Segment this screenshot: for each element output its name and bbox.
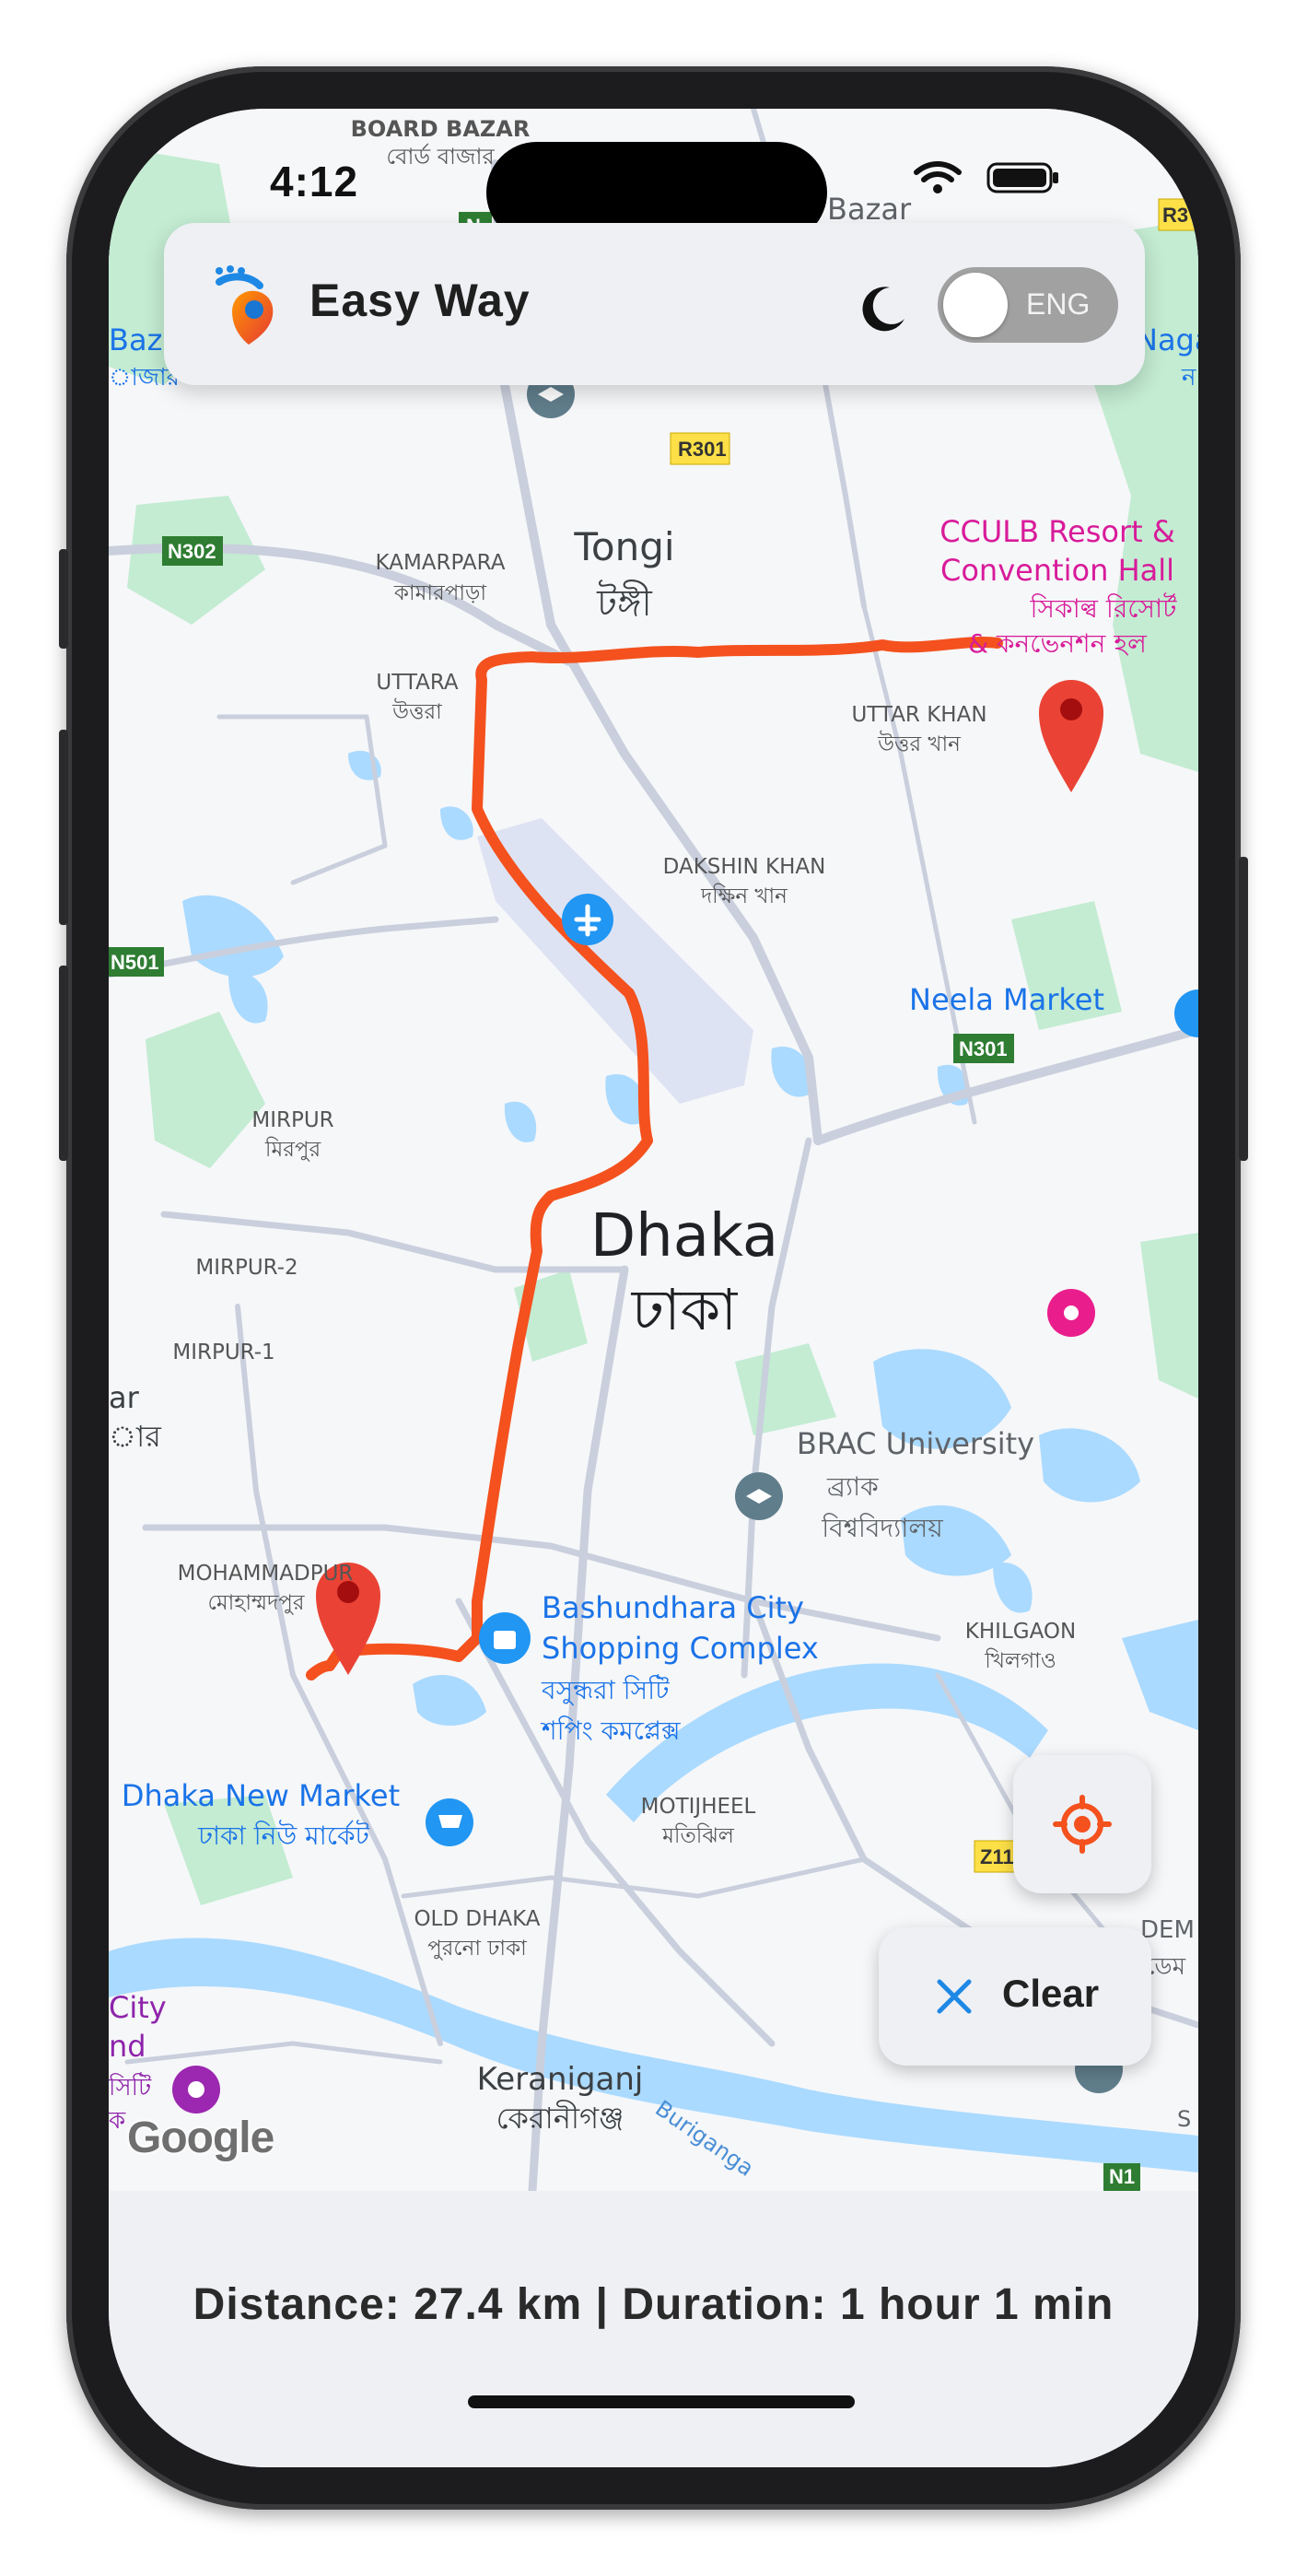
poi-label-cculb: & কনভেনশন হল: [968, 628, 1148, 659]
road-badge: N301: [959, 1037, 1008, 1060]
edge-label: সিটি: [109, 2072, 152, 2102]
edge-label: nd: [109, 2029, 146, 2064]
road-badge: Z11: [980, 1845, 1014, 1868]
place-label-uttar-khan: UTTAR KHAN: [851, 703, 986, 727]
place-label-dakshin-khan-bn: দক্ষিন খান: [700, 884, 788, 908]
edge-label: Naga: [1136, 322, 1198, 357]
road-badge: N1: [1109, 2165, 1135, 2188]
place-label-uttara: UTTARA: [376, 671, 459, 695]
place-label-mirpur-1: MIRPUR-1: [172, 1341, 274, 1364]
place-label-old-dhaka: OLD DHAKA: [414, 1907, 540, 1931]
home-indicator[interactable]: [468, 2395, 855, 2408]
poi-label-neela-market: Neela Market: [909, 982, 1104, 1017]
poi-label-bashundhara: শপিং কমপ্লেক্স: [540, 1715, 681, 1746]
place-label-motijheel-bn: মতিঝিল: [661, 1823, 735, 1848]
app-screen: R301 N302 N501 N301 Z11 N1 R3 N BOARD BA…: [109, 109, 1198, 2467]
google-logo: Google: [127, 2113, 274, 2162]
poi-label-dhaka-new-market: Dhaka New Market: [122, 1778, 400, 1813]
app-header: Easy Way ENG: [164, 223, 1145, 385]
edge-label: ার: [109, 1419, 162, 1454]
place-label-kamarpara-bn: কামারপাড়া: [393, 581, 487, 605]
app-logo-icon: [216, 265, 274, 345]
place-label-old-dhaka-bn: পুরনো ঢাকা: [427, 1937, 527, 1961]
edge-label: City: [109, 1990, 167, 2025]
road-badge: R301: [678, 438, 727, 461]
edge-label: S: [1177, 2106, 1191, 2132]
language-toggle[interactable]: ENG: [938, 267, 1118, 343]
place-label-board-bazar-bn: বোর্ড বাজার: [386, 143, 495, 170]
battery-icon: [986, 162, 1058, 193]
poi-label-brac: BRAC University: [797, 1426, 1034, 1461]
poi-label-bashundhara: Shopping Complex: [542, 1631, 819, 1666]
place-label-dhaka: Dhaka: [590, 1202, 778, 1270]
place-label-khilgaon-bn: খিলগাও: [984, 1648, 1056, 1673]
clear-route-button[interactable]: Clear: [879, 1927, 1151, 2066]
place-label-uttar-khan-bn: উত্তর খান: [877, 731, 962, 756]
clear-label: Clear: [1002, 1972, 1100, 2015]
place-label-tongi: Tongi: [573, 524, 674, 569]
edge-label: Bazar: [827, 192, 912, 227]
moon-icon[interactable]: [855, 282, 908, 335]
poi-label-cculb: CCULB Resort &: [939, 514, 1175, 549]
poi-label-dhaka-new-market: ঢাকা নিউ মার্কেট: [197, 1820, 370, 1851]
wifi-icon: [914, 161, 962, 193]
close-icon: [937, 1979, 972, 2014]
place-label-tongi-bn: টঙ্গী: [596, 580, 652, 625]
place-label-mohammadpur: MOHAMMADPUR: [178, 1562, 354, 1586]
place-label-khilgaon: KHILGAON: [965, 1620, 1076, 1644]
road-badge: R3: [1162, 204, 1188, 227]
poi-label-bashundhara: বসুন্ধরা সিটি: [541, 1674, 670, 1705]
edge-label: DEM: [1140, 1916, 1195, 1944]
place-label-dhaka-bn: ঢাকা: [631, 1276, 738, 1343]
status-icons: [913, 159, 1060, 196]
route-info-panel: Distance: 27.4 km | Duration: 1 hour 1 m…: [109, 2191, 1198, 2467]
my-location-button[interactable]: [1013, 1755, 1151, 1893]
crosshair-icon: [1053, 1795, 1112, 1854]
place-label-motijheel: MOTIJHEEL: [641, 1795, 756, 1819]
place-label-board-bazar: BOARD BAZAR: [351, 116, 531, 142]
side-button: [59, 730, 68, 925]
side-button: [59, 966, 68, 1161]
route-summary: Distance: 27.4 km | Duration: 1 hour 1 m…: [193, 2280, 1114, 2329]
poi-label-cculb: Convention Hall: [940, 553, 1174, 588]
poi-label-brac: ব্র্যাক: [826, 1471, 879, 1502]
place-label-mohammadpur-bn: মোহাম্মদপুর: [208, 1591, 305, 1615]
poi-label-cculb: সিকাল্ব রিসোর্ট: [1030, 592, 1178, 624]
edge-label: ক: [109, 2107, 126, 2135]
place-label-dakshin-khan: DAKSHIN KHAN: [663, 855, 826, 879]
language-toggle-label: ENG: [1026, 287, 1091, 321]
place-label-keraniganj: Keraniganj: [477, 2061, 644, 2098]
place-label-mirpur-bn: মিরপুর: [264, 1137, 321, 1162]
toggle-knob[interactable]: [943, 273, 1008, 337]
place-label-mirpur: MIRPUR: [251, 1108, 333, 1132]
edge-label: Baz: [109, 322, 162, 357]
place-label-uttara-bn: উত্তরা: [391, 698, 442, 724]
poi-label-brac: বিশ্ববিদ্যালয়: [821, 1513, 943, 1543]
status-time: 4:12: [270, 158, 359, 205]
place-label-mirpur-2: MIRPUR-2: [195, 1256, 298, 1280]
side-button: [59, 549, 68, 649]
edge-label: ar: [109, 1380, 140, 1415]
road-badge: N501: [111, 951, 159, 974]
place-label-keraniganj-bn: কেরানীগঞ্জ: [496, 2100, 624, 2136]
poi-label-bashundhara: Bashundhara City: [542, 1590, 804, 1625]
road-badge: N302: [168, 540, 216, 563]
side-button: [1239, 857, 1248, 1161]
edge-label: ন: [1181, 364, 1196, 392]
app-title: Easy Way: [309, 275, 531, 326]
place-label-kamarpara: KAMARPARA: [376, 551, 506, 575]
